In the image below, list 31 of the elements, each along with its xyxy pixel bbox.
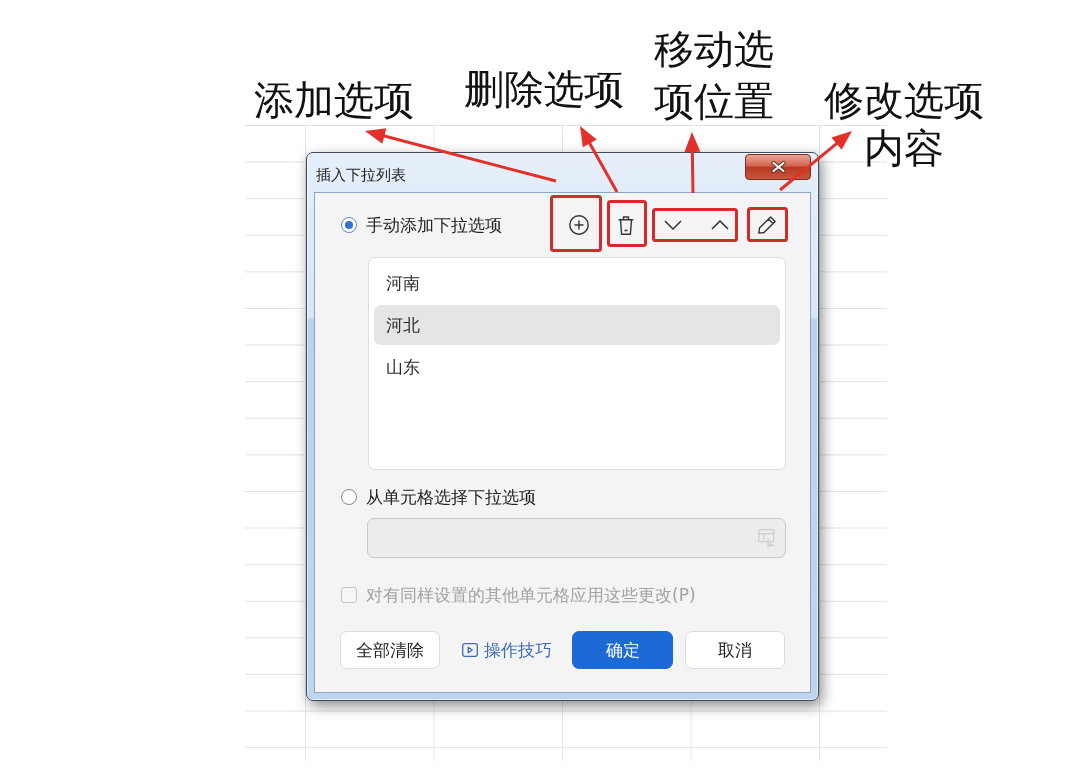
close-button[interactable]	[745, 154, 811, 180]
secondary-button[interactable]: 取消	[685, 631, 785, 669]
help-link[interactable]: 操作技巧	[462, 638, 552, 662]
list-item[interactable]: 山东	[374, 347, 780, 387]
radio-button[interactable]	[341, 489, 357, 505]
annotation-label: 删除选项	[463, 65, 625, 113]
chevron-up-icon	[711, 220, 729, 230]
close-icon	[770, 161, 786, 173]
pencil-icon	[758, 216, 776, 234]
radio-label: 手动添加下拉选项	[366, 213, 502, 237]
radio-button[interactable]	[341, 217, 357, 233]
annotation-label: 添加选项	[253, 76, 415, 124]
annotation-arrow	[684, 132, 701, 194]
dialog-title: 插入下拉列表	[315, 166, 406, 184]
play-icon	[462, 643, 478, 657]
annotation-label: 移动选项位置	[653, 25, 775, 126]
highlight-frame	[747, 207, 788, 242]
secondary-button[interactable]: 全部清除	[340, 631, 440, 669]
chevron-down-icon	[664, 220, 682, 230]
highlight-frame	[607, 200, 647, 247]
annotation-arrow	[580, 126, 619, 193]
radio-label: 从单元格选择下拉选项	[366, 485, 536, 509]
primary-button[interactable]: 确定	[572, 631, 673, 669]
highlight-frame	[550, 195, 602, 252]
trash-icon	[618, 215, 634, 235]
plus-circle-icon	[569, 215, 589, 235]
annotation-label: 修改选项内容	[823, 76, 985, 172]
table-icon	[758, 529, 777, 547]
checkbox-label: 对有同样设置的其他单元格应用这些更改(P)	[366, 583, 696, 607]
list-item[interactable]: 河南	[374, 263, 780, 303]
list-item[interactable]: 河北	[374, 305, 780, 345]
